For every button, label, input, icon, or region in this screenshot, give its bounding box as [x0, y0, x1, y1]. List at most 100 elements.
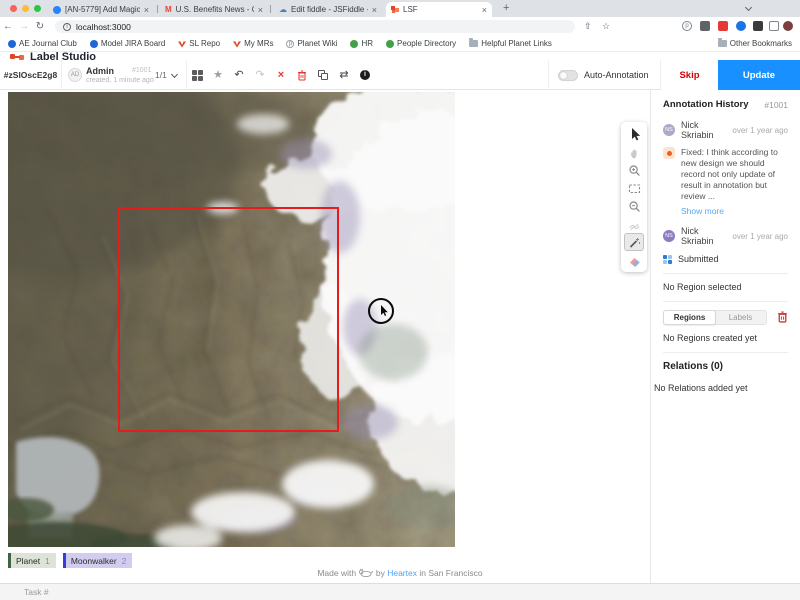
redo-button[interactable]: ↷ — [254, 69, 266, 81]
bookmark-people-directory[interactable]: People Directory — [386, 39, 456, 48]
move-tool-button[interactable] — [624, 125, 644, 143]
tab-regions[interactable]: Regions — [663, 310, 716, 325]
bookmark-sl-repo[interactable]: SL Repo — [178, 39, 220, 48]
zoom-out-tool-button[interactable] — [624, 197, 644, 215]
satellite-image-canvas[interactable] — [8, 92, 455, 547]
sidebar-divider — [663, 352, 788, 353]
undo-button[interactable]: ↶ — [233, 69, 245, 81]
delete-regions-button[interactable] — [777, 311, 788, 325]
browser-address-bar: ← → ↻ i localhost:3000 ⇧ ☆ p ⋮ — [0, 17, 800, 36]
label-planet[interactable]: Planet 1 — [8, 553, 56, 568]
auto-annotation-toggle[interactable] — [558, 70, 578, 81]
maximize-window-button[interactable] — [34, 5, 41, 12]
region-bounding-box[interactable] — [118, 207, 339, 432]
settings-transfer-button[interactable]: ⇄ — [338, 69, 350, 81]
annotation-history-title: Annotation History — [663, 99, 749, 110]
magic-wand-tool-button[interactable] — [624, 233, 644, 251]
info-button[interactable]: i — [359, 69, 371, 81]
bookmark-star-icon[interactable]: ☆ — [602, 21, 610, 32]
forward-icon[interactable]: → — [16, 21, 32, 32]
tab-title: LSF — [403, 5, 422, 14]
zoom-in-tool-button[interactable] — [624, 161, 644, 179]
reload-icon[interactable]: ↻ — [32, 21, 48, 32]
view-all-grid-button[interactable] — [191, 69, 203, 81]
annotation-sidebar: Annotation History #1001 NS Nick Skriabi… — [650, 90, 800, 583]
comment-fixed-icon — [663, 147, 675, 159]
close-window-button[interactable] — [10, 5, 17, 12]
bookmark-model-jira-board[interactable]: Model JIRA Board — [90, 39, 165, 48]
extension-dark-icon[interactable] — [753, 21, 763, 31]
extension-blue-icon[interactable] — [736, 21, 746, 31]
skip-button[interactable]: Skip — [660, 60, 718, 90]
sidebar-divider — [663, 301, 788, 302]
copy-annotation-button[interactable] — [317, 69, 329, 81]
auto-annotation-label: Auto-Annotation — [584, 70, 649, 80]
browser-tab-jira[interactable]: [AN-5779] Add Magic Wand fu × — [48, 2, 154, 17]
bookmark-label: Other Bookmarks — [730, 39, 792, 48]
other-bookmarks-button[interactable]: Other Bookmarks — [718, 39, 792, 48]
history-entry[interactable]: NS Nick Skriabin over 1 year ago — [663, 226, 788, 246]
tab-close-icon[interactable]: × — [372, 5, 377, 15]
extension-red-icon[interactable] — [718, 21, 728, 31]
profile-avatar[interactable] — [783, 21, 793, 31]
brush-tool-button[interactable] — [624, 215, 644, 233]
pan-tool-button[interactable] — [624, 143, 644, 161]
fit-screen-tool-button[interactable] — [624, 179, 644, 197]
tab-close-icon[interactable]: × — [144, 5, 149, 15]
browser-menu-icon[interactable]: ⋮ — [796, 20, 800, 31]
new-tab-button[interactable]: + — [503, 2, 509, 14]
minimize-window-button[interactable] — [22, 5, 29, 12]
image-tools-panel — [621, 122, 647, 272]
bookmark-favicon-icon — [8, 40, 16, 48]
browser-tab-gmail[interactable]: M U.S. Benefits News - Open Enr × — [160, 2, 268, 17]
zoom-in-icon — [628, 164, 641, 177]
tab-labels[interactable]: Labels — [715, 311, 766, 324]
reset-button[interactable]: × — [275, 69, 287, 81]
extension-p-icon[interactable]: p — [682, 21, 692, 31]
browser-tab-jsfiddle[interactable]: ☁ Edit fiddle - JSFiddle - Code P × — [274, 2, 382, 17]
annotation-toolbar: ★ ↶ ↷ × ⇄ i — [191, 60, 371, 90]
heartex-link[interactable]: Heartex — [387, 568, 417, 578]
show-more-link[interactable]: Show more — [681, 206, 788, 216]
label-text: Moonwalker — [71, 556, 117, 566]
back-icon[interactable]: ← — [0, 21, 16, 32]
ground-truth-star-button[interactable]: ★ — [212, 69, 224, 81]
eraser-icon — [628, 254, 641, 267]
url-omnibox[interactable]: i localhost:3000 — [55, 20, 575, 33]
info-icon: i — [360, 70, 370, 80]
annotation-selector-chevron-icon[interactable] — [171, 71, 178, 78]
credit-by: by — [376, 568, 385, 578]
delete-annotation-button[interactable] — [296, 69, 308, 81]
browser-tab-lsf-active[interactable]: LSF × — [386, 2, 492, 17]
tab-close-icon[interactable]: × — [482, 5, 487, 15]
history-comment-text: Fixed: I think according to new design w… — [681, 147, 788, 202]
bookmark-folder-helpful-planet-links[interactable]: Helpful Planet Links — [469, 39, 552, 48]
toggle-knob — [560, 72, 567, 79]
bookmark-ae-journal-club[interactable]: AE Journal Club — [8, 39, 77, 48]
history-entry[interactable]: NS Nick Skriabin over 1 year ago — [663, 120, 788, 140]
eraser-tool-button[interactable] — [624, 251, 644, 269]
extension-icon[interactable] — [700, 21, 710, 31]
label-studio-favicon-icon — [391, 6, 399, 14]
bookmark-favicon-icon — [350, 40, 358, 48]
bookmark-hr[interactable]: HR — [350, 39, 373, 48]
bookmark-my-mrs[interactable]: My MRs — [233, 39, 273, 48]
credit-prefix: Made with — [317, 568, 356, 578]
magic-wand-icon — [628, 236, 641, 249]
share-icon[interactable]: ⇧ — [584, 21, 592, 32]
gitlab-fox-icon — [178, 40, 186, 48]
label-moonwalker[interactable]: Moonwalker 2 — [63, 553, 133, 568]
tab-search-chevron-icon[interactable] — [745, 4, 752, 11]
extension-light-icon[interactable] — [769, 21, 779, 31]
label-studio-logo-strip: Label Studio — [0, 52, 800, 60]
label-hotkey: 2 — [122, 556, 127, 566]
tab-close-icon[interactable]: × — [258, 5, 263, 15]
grid-icon — [192, 70, 203, 81]
annotation-id: #1001 — [132, 67, 151, 74]
update-button[interactable]: Update — [718, 60, 800, 90]
bookmark-planet-wiki[interactable]: p Planet Wiki — [286, 39, 337, 48]
browser-tab-bar: [AN-5779] Add Magic Wand fu × M U.S. Ben… — [0, 0, 800, 17]
site-info-icon[interactable]: i — [63, 23, 71, 31]
url-text: localhost:3000 — [76, 22, 131, 32]
history-user-name: Nick Skriabin — [681, 226, 726, 246]
